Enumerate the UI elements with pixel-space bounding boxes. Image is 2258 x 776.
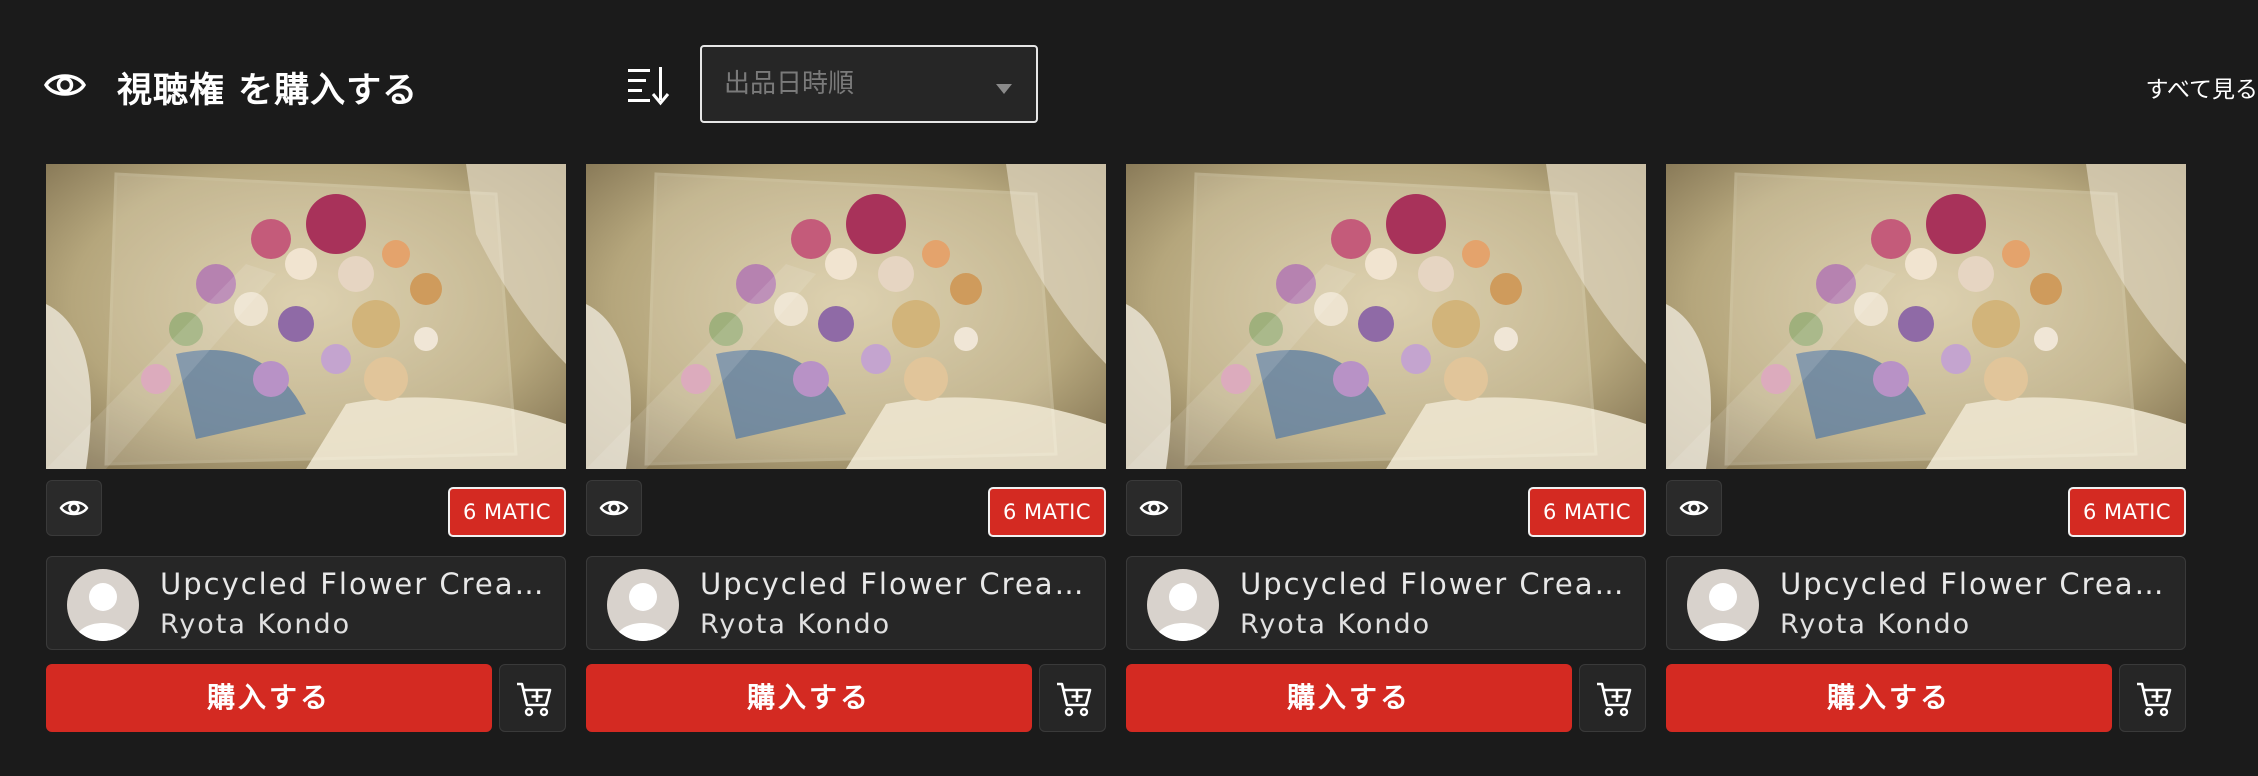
- add-to-cart-button[interactable]: [2119, 664, 2186, 732]
- buy-button[interactable]: 購入する: [1126, 664, 1572, 732]
- work-title: Upcycled Flower Creati...: [1240, 567, 1635, 601]
- eye-icon: [599, 500, 629, 516]
- section-title: 視聴権 を購入する: [117, 71, 419, 111]
- work-title: Upcycled Flower Creati...: [1780, 567, 2175, 601]
- artist-name: Ryota Kondo: [1240, 609, 1432, 640]
- view-button[interactable]: [586, 480, 642, 536]
- cart-plus-icon: [517, 682, 552, 717]
- price-badge: 6 MATIC: [988, 487, 1106, 537]
- avatar: [67, 569, 139, 641]
- product-card: 6 MATIC Upcycled Flower Creati... Ryota …: [586, 164, 1106, 734]
- artist-name: Ryota Kondo: [1780, 609, 1972, 640]
- product-thumbnail[interactable]: [586, 164, 1106, 469]
- sort-select[interactable]: 出品日時順: [700, 45, 1038, 123]
- artist-name: Ryota Kondo: [700, 609, 892, 640]
- cart-plus-icon: [1597, 682, 1632, 717]
- work-info[interactable]: Upcycled Flower Creati... Ryota Kondo: [586, 556, 1106, 650]
- work-title: Upcycled Flower Creati...: [700, 567, 1095, 601]
- view-button[interactable]: [1126, 480, 1182, 536]
- product-thumbnail[interactable]: [46, 164, 566, 469]
- product-card: 6 MATIC Upcycled Flower Creati... Ryota …: [1666, 164, 2186, 734]
- view-button[interactable]: [1666, 480, 1722, 536]
- work-title: Upcycled Flower Creati...: [160, 567, 555, 601]
- eye-icon: [1139, 500, 1169, 516]
- product-card: 6 MATIC Upcycled Flower Creati... Ryota …: [1126, 164, 1646, 734]
- view-button[interactable]: [46, 480, 102, 536]
- eye-icon: [1679, 500, 1709, 516]
- product-thumbnail[interactable]: [1666, 164, 2186, 469]
- eye-icon: [59, 500, 89, 516]
- add-to-cart-button[interactable]: [1579, 664, 1646, 732]
- section-header: 視聴権 を購入する 出品日時順 すべて見る: [0, 0, 2258, 150]
- chevron-down-icon: [996, 84, 1012, 94]
- sort-icon[interactable]: [626, 64, 670, 106]
- add-to-cart-button[interactable]: [1039, 664, 1106, 732]
- cart-plus-icon: [1057, 682, 1092, 717]
- avatar: [1147, 569, 1219, 641]
- add-to-cart-button[interactable]: [499, 664, 566, 732]
- price-badge: 6 MATIC: [448, 487, 566, 537]
- work-info[interactable]: Upcycled Flower Creati... Ryota Kondo: [46, 556, 566, 650]
- cart-plus-icon: [2137, 682, 2172, 717]
- see-all-link[interactable]: すべて見る: [2146, 70, 2258, 104]
- product-card: 6 MATIC Upcycled Flower Creati... Ryota …: [46, 164, 566, 734]
- price-badge: 6 MATIC: [1528, 487, 1646, 537]
- buy-button[interactable]: 購入する: [1666, 664, 2112, 732]
- price-badge: 6 MATIC: [2068, 487, 2186, 537]
- sort-select-value: 出品日時順: [724, 69, 855, 99]
- product-thumbnail[interactable]: [1126, 164, 1646, 469]
- buy-button[interactable]: 購入する: [46, 664, 492, 732]
- avatar: [607, 569, 679, 641]
- avatar: [1687, 569, 1759, 641]
- work-info[interactable]: Upcycled Flower Creati... Ryota Kondo: [1126, 556, 1646, 650]
- eye-icon: [44, 74, 86, 96]
- work-info[interactable]: Upcycled Flower Creati... Ryota Kondo: [1666, 556, 2186, 650]
- artist-name: Ryota Kondo: [160, 609, 352, 640]
- buy-button[interactable]: 購入する: [586, 664, 1032, 732]
